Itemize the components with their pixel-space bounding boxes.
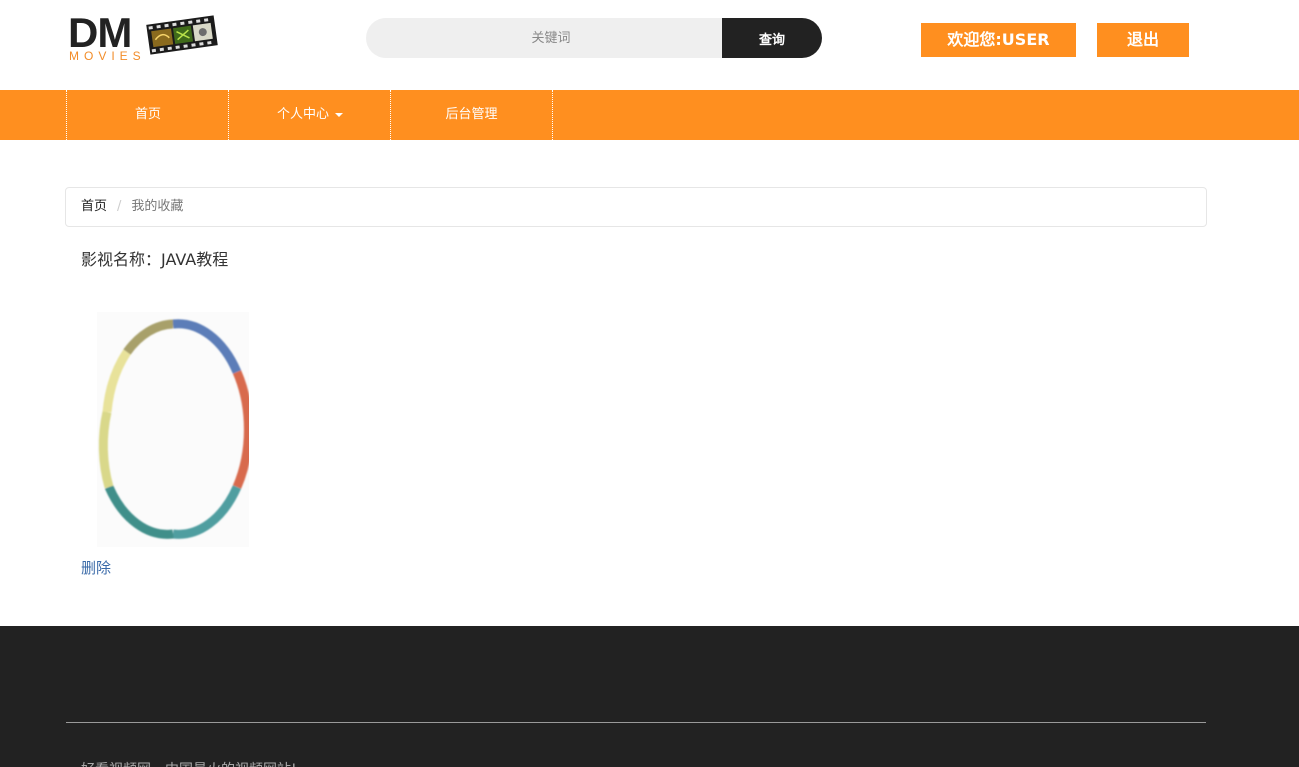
delete-favorite-link[interactable]: 删除	[81, 557, 111, 578]
footer-divider	[66, 722, 1206, 723]
nav-item-admin[interactable]: 后台管理	[390, 90, 553, 140]
nav-item-label: 首页	[134, 107, 161, 122]
caret-down-icon	[335, 112, 343, 117]
logout-button[interactable]: 退出	[1097, 23, 1189, 57]
film-strip-icon	[146, 15, 218, 55]
welcome-user-button[interactable]: 欢迎您:USER	[921, 23, 1076, 57]
breadcrumb: 首页 / 我的收藏	[65, 187, 1207, 227]
movie-poster[interactable]	[97, 312, 253, 547]
site-header: DM MOVIES 查询 欢迎	[0, 0, 1299, 90]
logo-text: DM	[68, 9, 132, 56]
movie-name: 影视名称：JAVA教程	[81, 250, 229, 269]
nav-item-personal-center[interactable]: 个人中心	[228, 90, 391, 140]
search-bar: 查询	[366, 18, 822, 58]
nav-item-home[interactable]: 首页	[66, 90, 229, 140]
breadcrumb-home-link[interactable]: 首页	[81, 199, 107, 214]
nav-item-label: 个人中心	[276, 107, 329, 122]
main-nav: 首页 个人中心 后台管理	[0, 90, 1299, 140]
site-footer: 好看视频网，中国最火的视频网站!	[0, 626, 1299, 767]
nav-item-label: 后台管理	[445, 107, 498, 122]
footer-text: 好看视频网，中国最火的视频网站!	[81, 759, 297, 767]
site-logo[interactable]: DM MOVIES	[68, 12, 218, 64]
hoop-image	[98, 319, 253, 539]
search-button[interactable]: 查询	[722, 18, 822, 58]
logo-subtext: MOVIES	[69, 49, 146, 63]
breadcrumb-separator: /	[117, 199, 122, 214]
breadcrumb-current: 我的收藏	[131, 199, 184, 214]
search-input[interactable]	[366, 18, 736, 58]
